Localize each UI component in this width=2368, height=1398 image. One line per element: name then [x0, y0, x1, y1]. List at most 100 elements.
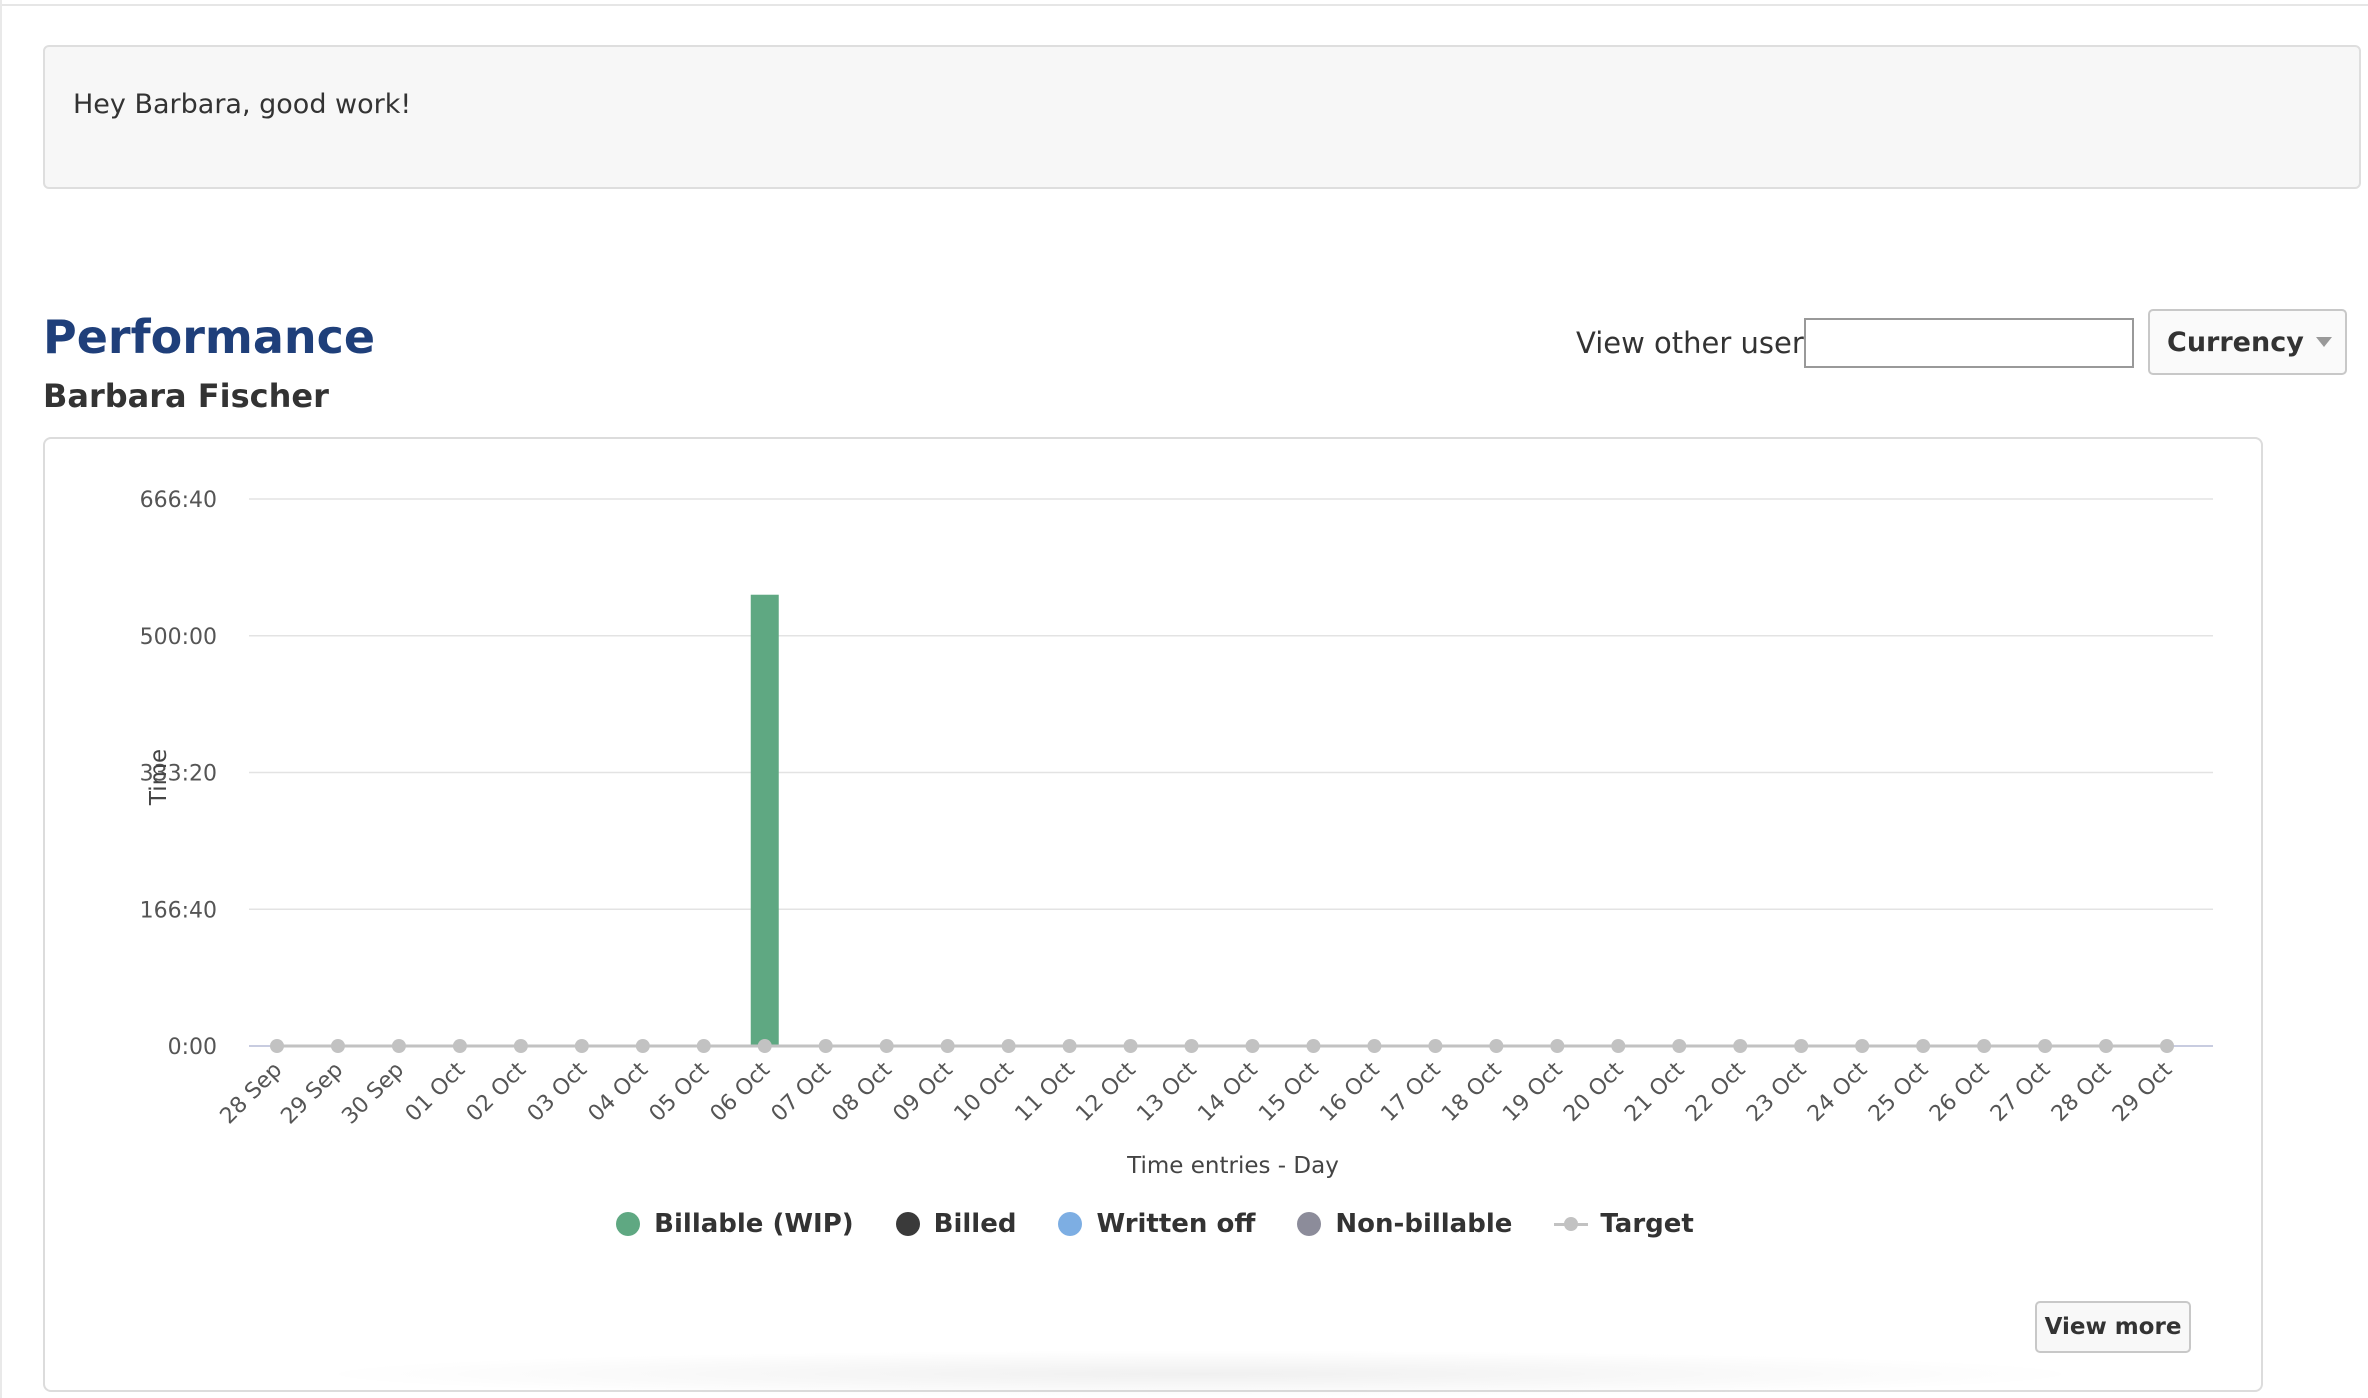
- written-off-dot-icon: [1058, 1212, 1083, 1236]
- target-point[interactable]: [1123, 1039, 1138, 1053]
- legend-item-billable[interactable]: Billable (WIP): [616, 1209, 854, 1239]
- target-point[interactable]: [757, 1039, 772, 1053]
- x-tick-label: 28 Oct: [2047, 1057, 2117, 1127]
- performance-chart: 0:00166:40333:20500:00666:40 28 Sep29 Se…: [140, 488, 2213, 1179]
- x-tick-label: 28 Sep: [216, 1058, 288, 1130]
- target-point[interactable]: [330, 1039, 345, 1053]
- target-point[interactable]: [574, 1039, 589, 1053]
- legend-label: Non-billable: [1335, 1209, 1513, 1239]
- x-tick-label: 20 Oct: [1559, 1057, 1629, 1127]
- target-point[interactable]: [1062, 1039, 1077, 1053]
- legend-label: Billable (WIP): [654, 1209, 854, 1239]
- y-tick-label: 666:40: [140, 488, 217, 513]
- view-more-label: View more: [2044, 1314, 2182, 1340]
- y-tick-label: 0:00: [168, 1035, 217, 1060]
- target-point[interactable]: [2099, 1039, 2114, 1053]
- billed-dot-icon: [895, 1212, 920, 1236]
- left-edge: [0, 0, 2, 1398]
- target-point[interactable]: [1916, 1039, 1931, 1053]
- target-point[interactable]: [270, 1039, 284, 1053]
- target-point[interactable]: [513, 1039, 528, 1053]
- target-point[interactable]: [635, 1039, 650, 1053]
- legend-item-non-billable[interactable]: Non-billable: [1297, 1209, 1512, 1239]
- x-tick-label: 22 Oct: [1681, 1057, 1751, 1127]
- x-tick-label: 14 Oct: [1193, 1057, 1263, 1127]
- target-point[interactable]: [1672, 1039, 1687, 1053]
- target-point[interactable]: [1428, 1039, 1443, 1053]
- target-point[interactable]: [1611, 1039, 1626, 1053]
- x-tick-label: 29 Oct: [2108, 1057, 2178, 1127]
- x-tick-label: 08 Oct: [828, 1057, 898, 1127]
- x-tick-label: 21 Oct: [1620, 1057, 1690, 1127]
- y-tick-label: 500:00: [140, 625, 217, 650]
- x-tick-label: 02 Oct: [462, 1057, 532, 1127]
- target-point[interactable]: [1184, 1039, 1199, 1053]
- x-tick-label: 17 Oct: [1376, 1057, 1446, 1127]
- x-tick-label: 16 Oct: [1315, 1057, 1385, 1127]
- x-tick-label: 15 Oct: [1254, 1057, 1324, 1127]
- target-line-icon: [1554, 1212, 1589, 1236]
- target-point[interactable]: [818, 1039, 833, 1053]
- x-axis-title: Time entries - Day: [1126, 1153, 1339, 1179]
- target-point[interactable]: [2160, 1039, 2174, 1053]
- view-other-user-input[interactable]: [1804, 318, 2134, 368]
- x-tick-label: 24 Oct: [1803, 1057, 1873, 1127]
- x-tick-label: 27 Oct: [1986, 1057, 2056, 1127]
- target-point[interactable]: [1977, 1039, 1992, 1053]
- currency-dropdown[interactable]: Currency: [2148, 309, 2347, 375]
- view-other-user-label: View other user:: [1576, 326, 1814, 360]
- y-axis-title: Time: [146, 749, 172, 806]
- view-more-button[interactable]: View more: [2035, 1301, 2191, 1353]
- greeting-banner: Hey Barbara, good work!: [43, 45, 2361, 189]
- non-billable-dot-icon: [1297, 1212, 1322, 1236]
- x-tick-label: 23 Oct: [1742, 1057, 1812, 1127]
- performance-chart-panel: 0:00 166:40 333:20 500:00 666:40 28 Sep 29 Se…: [43, 437, 2263, 1392]
- bottom-shadow: [300, 1350, 2100, 1398]
- target-point[interactable]: [696, 1039, 711, 1053]
- legend-item-billed[interactable]: Billed: [895, 1209, 1017, 1239]
- x-tick-label: 25 Oct: [1864, 1057, 1934, 1127]
- target-point[interactable]: [1367, 1039, 1382, 1053]
- x-tick-label: 06 Oct: [706, 1057, 776, 1127]
- bar[interactable]: [750, 594, 779, 1046]
- target-point[interactable]: [1550, 1039, 1565, 1053]
- target-point[interactable]: [1794, 1039, 1809, 1053]
- x-tick-label: 11 Oct: [1011, 1057, 1081, 1127]
- x-tick-label: 29 Sep: [276, 1058, 348, 1130]
- top-border: [0, 0, 2368, 6]
- target-point[interactable]: [2038, 1039, 2053, 1053]
- target-point[interactable]: [452, 1039, 467, 1053]
- target-point[interactable]: [1733, 1039, 1748, 1053]
- chevron-down-icon: [2315, 337, 2332, 347]
- legend-label: Written off: [1096, 1209, 1256, 1239]
- x-tick-label: 18 Oct: [1437, 1057, 1507, 1127]
- target-point[interactable]: [879, 1039, 894, 1053]
- target-point[interactable]: [1001, 1039, 1016, 1053]
- greeting-text: Hey Barbara, good work!: [73, 89, 412, 120]
- x-tick-label: 10 Oct: [950, 1057, 1020, 1127]
- page-title: Performance: [43, 310, 376, 364]
- x-tick-label: 09 Oct: [889, 1057, 959, 1127]
- x-tick-label: 03 Oct: [523, 1057, 593, 1127]
- y-tick-label: 166:40: [140, 898, 217, 923]
- legend-item-written-off[interactable]: Written off: [1058, 1209, 1255, 1239]
- target-point[interactable]: [940, 1039, 955, 1053]
- x-tick-label: 04 Oct: [584, 1057, 654, 1127]
- x-tick-label: 05 Oct: [645, 1057, 715, 1127]
- x-tick-label: 07 Oct: [767, 1057, 837, 1127]
- currency-label: Currency: [2167, 326, 2304, 358]
- target-point[interactable]: [1855, 1039, 1870, 1053]
- chart-legend: Billable (WIP) Billed Written off Non-bi…: [45, 1209, 2265, 1239]
- x-tick-label: 30 Sep: [337, 1058, 409, 1130]
- billable-dot-icon: [616, 1212, 641, 1236]
- legend-item-target[interactable]: Target: [1554, 1209, 1694, 1239]
- legend-label: Target: [1600, 1209, 1694, 1239]
- x-tick-label: 19 Oct: [1498, 1057, 1568, 1127]
- legend-label: Billed: [933, 1209, 1017, 1239]
- target-point[interactable]: [1245, 1039, 1260, 1053]
- user-name: Barbara Fischer: [43, 377, 329, 415]
- x-tick-label: 01 Oct: [401, 1057, 471, 1127]
- target-point[interactable]: [1306, 1039, 1321, 1053]
- target-point[interactable]: [391, 1039, 406, 1053]
- target-point[interactable]: [1489, 1039, 1504, 1053]
